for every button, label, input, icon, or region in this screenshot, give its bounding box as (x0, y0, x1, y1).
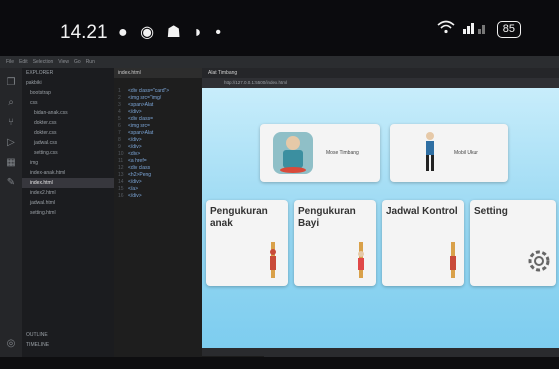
explorer-item[interactable]: css (22, 98, 114, 108)
code-text: </div> (128, 144, 142, 150)
code-text: <div class= (128, 116, 154, 122)
code-text: <h2>Peng (128, 172, 152, 178)
gear-icon (528, 250, 550, 272)
card-setting[interactable]: Setting (470, 200, 556, 286)
menu-run[interactable]: Run (86, 59, 95, 65)
code-text: </div> (128, 193, 142, 199)
explorer-header: EXPLORER (26, 70, 54, 76)
vscode-window: File Edit Selection View Go Run ❐ ⌕ ⑂ ▷ … (0, 56, 559, 369)
explorer-item[interactable]: dokter.css (22, 118, 114, 128)
explorer-item[interactable]: bidan-anak.css (22, 108, 114, 118)
wifi-icon (437, 20, 455, 38)
code-line: 14 </div> (118, 179, 142, 185)
search-icon[interactable]: ⌕ (0, 97, 22, 108)
photo-frame: 14.21 ● ◉ ☗ ◗ • 85 File Edit Selection V… (0, 0, 559, 369)
explorer-item[interactable]: jadwal.html (22, 198, 114, 208)
phone-time: 14.21 (60, 22, 108, 43)
activity-bar: ❐ ⌕ ⑂ ▷ ▦ ✎ ◎ ⚙ (0, 68, 22, 369)
menu-edit[interactable]: Edit (19, 59, 28, 65)
explorer-item[interactable]: setting.css (22, 148, 114, 158)
code-line: 6 <img src= (118, 123, 150, 129)
phone-status-bar: 14.21 ● ◉ ☗ ◗ • 85 (0, 0, 559, 56)
menu-selection[interactable]: Selection (33, 59, 54, 65)
code-line: 7 <span>Alat (118, 130, 154, 136)
browser-preview: Alat Timbang http://127.0.0.1:5500/index… (202, 68, 559, 369)
card-label: Mobil Ukur (454, 150, 478, 156)
explorer-panel: EXPLORER pakbiki bootstrap css bidan-ana… (22, 68, 114, 369)
card-label: Mose Timbang (326, 150, 359, 156)
baby-height-icon (358, 242, 364, 278)
height-chart-icon (450, 242, 456, 278)
explorer-item-selected[interactable]: index.html (22, 178, 114, 188)
code-text: </div> (128, 137, 142, 143)
code-line: 13 <h2>Peng (118, 172, 152, 178)
card-label: Jadwal Kontrol (386, 206, 458, 217)
scale-icon (273, 132, 313, 174)
code-text: <a href= (128, 158, 147, 164)
explorer-item[interactable]: dokter.css (22, 128, 114, 138)
code-text: <div class="card"> (128, 88, 170, 94)
code-text: <div class (128, 165, 151, 171)
code-line: 9 </div> (118, 144, 142, 150)
explorer-item[interactable]: pakbiki (22, 78, 114, 88)
explorer-item[interactable]: bootstrap (22, 88, 114, 98)
code-editor[interactable]: index.html 1 <div class="card"> 2 <img src… (114, 68, 202, 369)
code-line: 4 </div> (118, 109, 142, 115)
preview-address-bar[interactable]: http://127.0.0.1:5500/index.html (202, 78, 559, 88)
debug-icon[interactable]: ▷ (0, 137, 22, 148)
code-text: </div> (128, 109, 142, 115)
menu-view[interactable]: View (58, 59, 69, 65)
code-text: <img src= (128, 123, 150, 129)
code-line: 11 <a href= (118, 158, 147, 164)
code-text: <div> (128, 151, 141, 157)
code-line: 3 <span>Alat (118, 102, 154, 108)
signal-icon (462, 20, 489, 38)
code-text: <span>Alat (128, 130, 154, 136)
code-text: <span>Alat (128, 102, 154, 108)
code-line: 5 <div class= (118, 116, 154, 122)
explorer-item[interactable]: setting.html (22, 208, 114, 218)
card-mose-timbang[interactable]: Mose Timbang (260, 124, 380, 182)
code-line: 8 </div> (118, 137, 142, 143)
explorer-item[interactable]: index2.html (22, 188, 114, 198)
brush-icon[interactable]: ✎ (0, 177, 22, 188)
measure-person-icon (426, 132, 434, 171)
card-jadwal-kontrol[interactable]: Jadwal Kontrol (382, 200, 464, 286)
menu-go[interactable]: Go (74, 59, 81, 65)
extensions-icon[interactable]: ▦ (0, 157, 22, 168)
explorer-outline[interactable]: OUTLINE (22, 330, 52, 340)
code-text: <img src="img/ (128, 95, 162, 101)
code-line: 1 <div class="card"> (118, 88, 170, 94)
card-label: Setting (474, 206, 508, 217)
preview-tab[interactable]: Alat Timbang (202, 68, 559, 78)
source-control-icon[interactable]: ⑂ (0, 117, 22, 128)
explorer-timeline[interactable]: TIMELINE (22, 340, 53, 350)
code-line: 15 </a> (118, 186, 139, 192)
child-height-icon (270, 242, 276, 278)
notification-icons: ● ◉ ☗ ◗ • (118, 24, 226, 41)
battery-indicator: 85 (496, 20, 521, 38)
account-icon[interactable]: ◎ (0, 338, 22, 349)
files-icon[interactable]: ❐ (0, 77, 22, 88)
explorer-item[interactable]: img (22, 158, 114, 168)
card-label: Pengukuran anak (210, 206, 268, 229)
editor-tab[interactable]: index.html (114, 68, 202, 78)
ide-title-bar: File Edit Selection View Go Run (0, 56, 559, 68)
card-pengukuran-bayi[interactable]: Pengukuran Bayi (294, 200, 376, 286)
code-line: 16 </div> (118, 193, 142, 199)
menu-file[interactable]: File (6, 59, 14, 65)
code-line: 12 <div class (118, 165, 151, 171)
system-indicators: 85 (437, 20, 521, 38)
code-text: </a> (128, 186, 139, 192)
card-mobil-ukur[interactable]: Mobil Ukur (390, 124, 508, 182)
code-line: 10 <div> (118, 151, 141, 157)
code-text: </div> (128, 179, 142, 185)
card-pengukuran-anak[interactable]: Pengukuran anak (206, 200, 288, 286)
explorer-item[interactable]: jadwal.css (22, 138, 114, 148)
explorer-item[interactable]: index-anak.html (22, 168, 114, 178)
code-line: 2 <img src="img/ (118, 95, 162, 101)
card-label: Pengukuran Bayi (298, 206, 356, 229)
ide-status-bar (0, 357, 559, 369)
app-page: Mose Timbang Mobil Ukur Pengukuran anak (202, 88, 559, 348)
